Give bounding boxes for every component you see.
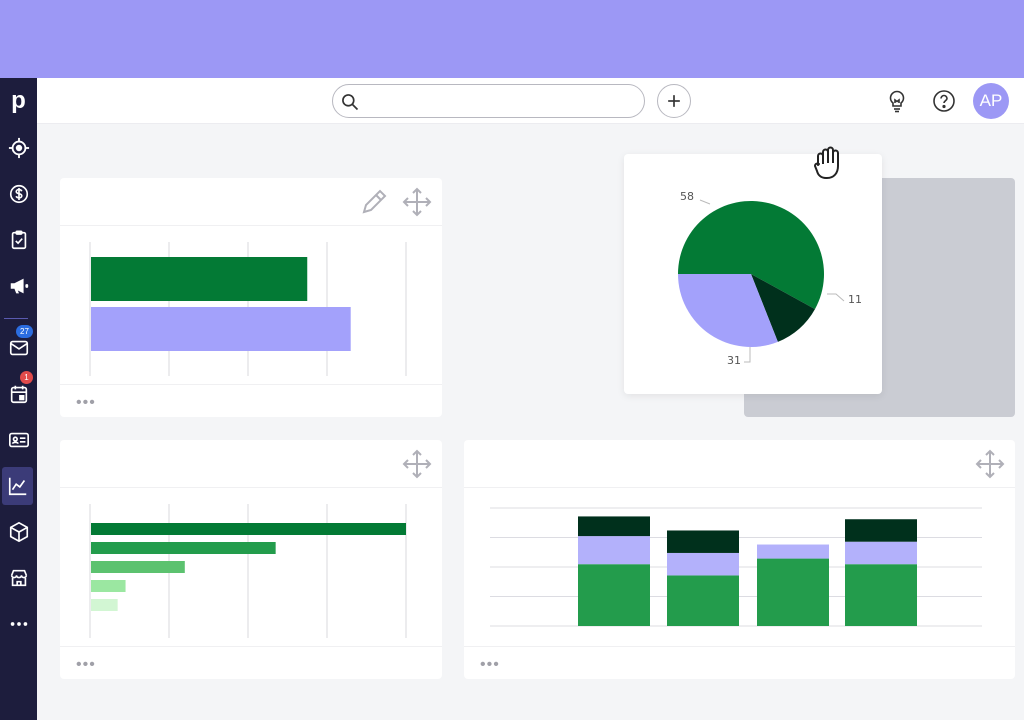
grab-hand-icon <box>814 146 839 179</box>
move-icon[interactable] <box>401 186 433 218</box>
store-icon <box>10 569 27 587</box>
help-icon[interactable] <box>932 89 956 113</box>
sidebar-item-marketplace[interactable] <box>0 559 37 597</box>
card-header <box>464 440 1015 488</box>
stacked-bar-segment <box>578 516 650 537</box>
widget-card-bar-2[interactable]: ••• <box>60 440 442 679</box>
mail-icon <box>9 340 28 356</box>
sidebar-item-leads[interactable] <box>0 129 37 167</box>
horizontal-bar-chart <box>89 504 407 638</box>
lightbulb-icon[interactable] <box>885 89 909 113</box>
clipboard-check-icon <box>11 230 26 250</box>
more-icon <box>10 622 27 626</box>
app-logo[interactable]: p <box>0 86 37 116</box>
target-icon <box>8 137 29 159</box>
sidebar-item-deals[interactable] <box>0 175 37 213</box>
move-icon[interactable] <box>974 448 1006 480</box>
sidebar-item-contacts[interactable] <box>0 421 37 459</box>
card-header <box>60 440 442 488</box>
stacked-bar-segment <box>578 536 650 565</box>
search-field[interactable] <box>332 84 645 118</box>
more-options-icon[interactable]: ••• <box>480 656 500 674</box>
label-leader <box>744 347 751 363</box>
contact-card-icon <box>8 432 29 448</box>
more-options-icon[interactable]: ••• <box>76 394 96 412</box>
bar <box>91 580 126 592</box>
widget-card-pie[interactable]: 58 11 31 <box>624 154 882 394</box>
stacked-bar-segment <box>757 544 829 559</box>
pie-label: 31 <box>727 354 741 367</box>
user-avatar[interactable]: AP <box>973 83 1009 119</box>
bar <box>91 257 308 301</box>
pie-chart: 58 11 31 <box>678 190 862 367</box>
sidebar-divider <box>4 318 28 319</box>
label-leader <box>699 199 711 205</box>
stacked-bar-chart <box>490 507 982 627</box>
card-footer: ••• <box>464 646 1015 679</box>
add-button[interactable] <box>657 84 691 118</box>
stacked-bar-segment <box>578 564 650 626</box>
widget-card-stacked-bar[interactable]: ••• <box>464 440 1015 679</box>
stacked-bar-segment <box>757 558 829 626</box>
dollar-icon <box>9 184 28 204</box>
label-leader <box>827 293 845 302</box>
calendar-badge: 1 <box>20 371 33 384</box>
stacked-bar-segment <box>845 541 917 565</box>
bar <box>91 307 351 351</box>
sidebar-item-activities[interactable] <box>0 221 37 259</box>
plus-icon <box>668 95 680 107</box>
card-header <box>60 178 442 226</box>
card-footer: ••• <box>60 384 442 417</box>
calendar-icon <box>10 385 27 404</box>
pie-label: 58 <box>680 190 694 203</box>
box-icon <box>9 521 28 543</box>
pie-label: 11 <box>848 293 862 306</box>
megaphone-icon <box>10 278 28 294</box>
pencil-icon[interactable] <box>358 186 390 218</box>
sidebar: p 27 1 <box>0 78 37 720</box>
stacked-bar-segment <box>667 530 739 553</box>
sidebar-item-insights[interactable] <box>2 467 33 505</box>
top-bar: AP <box>37 78 1024 124</box>
move-icon[interactable] <box>401 448 433 480</box>
bar <box>91 599 118 611</box>
more-options-icon[interactable]: ••• <box>76 656 96 674</box>
bar <box>91 561 185 573</box>
sidebar-item-products[interactable] <box>0 513 37 551</box>
widget-card-bar-1[interactable]: ••• <box>60 178 442 417</box>
card-footer: ••• <box>60 646 442 679</box>
sidebar-item-campaigns[interactable] <box>0 267 37 305</box>
horizontal-bar-chart <box>89 242 407 376</box>
promo-banner <box>0 0 1024 78</box>
mail-badge: 27 <box>16 325 33 338</box>
chart-icon <box>8 477 26 496</box>
search-icon <box>342 94 359 111</box>
stacked-bar-segment <box>845 564 917 626</box>
stacked-bar-segment <box>667 575 739 626</box>
bar <box>91 523 406 535</box>
stacked-bar-segment <box>845 519 917 542</box>
sidebar-item-more[interactable] <box>0 605 37 643</box>
bar <box>91 542 276 554</box>
stacked-bar-segment <box>667 552 739 576</box>
